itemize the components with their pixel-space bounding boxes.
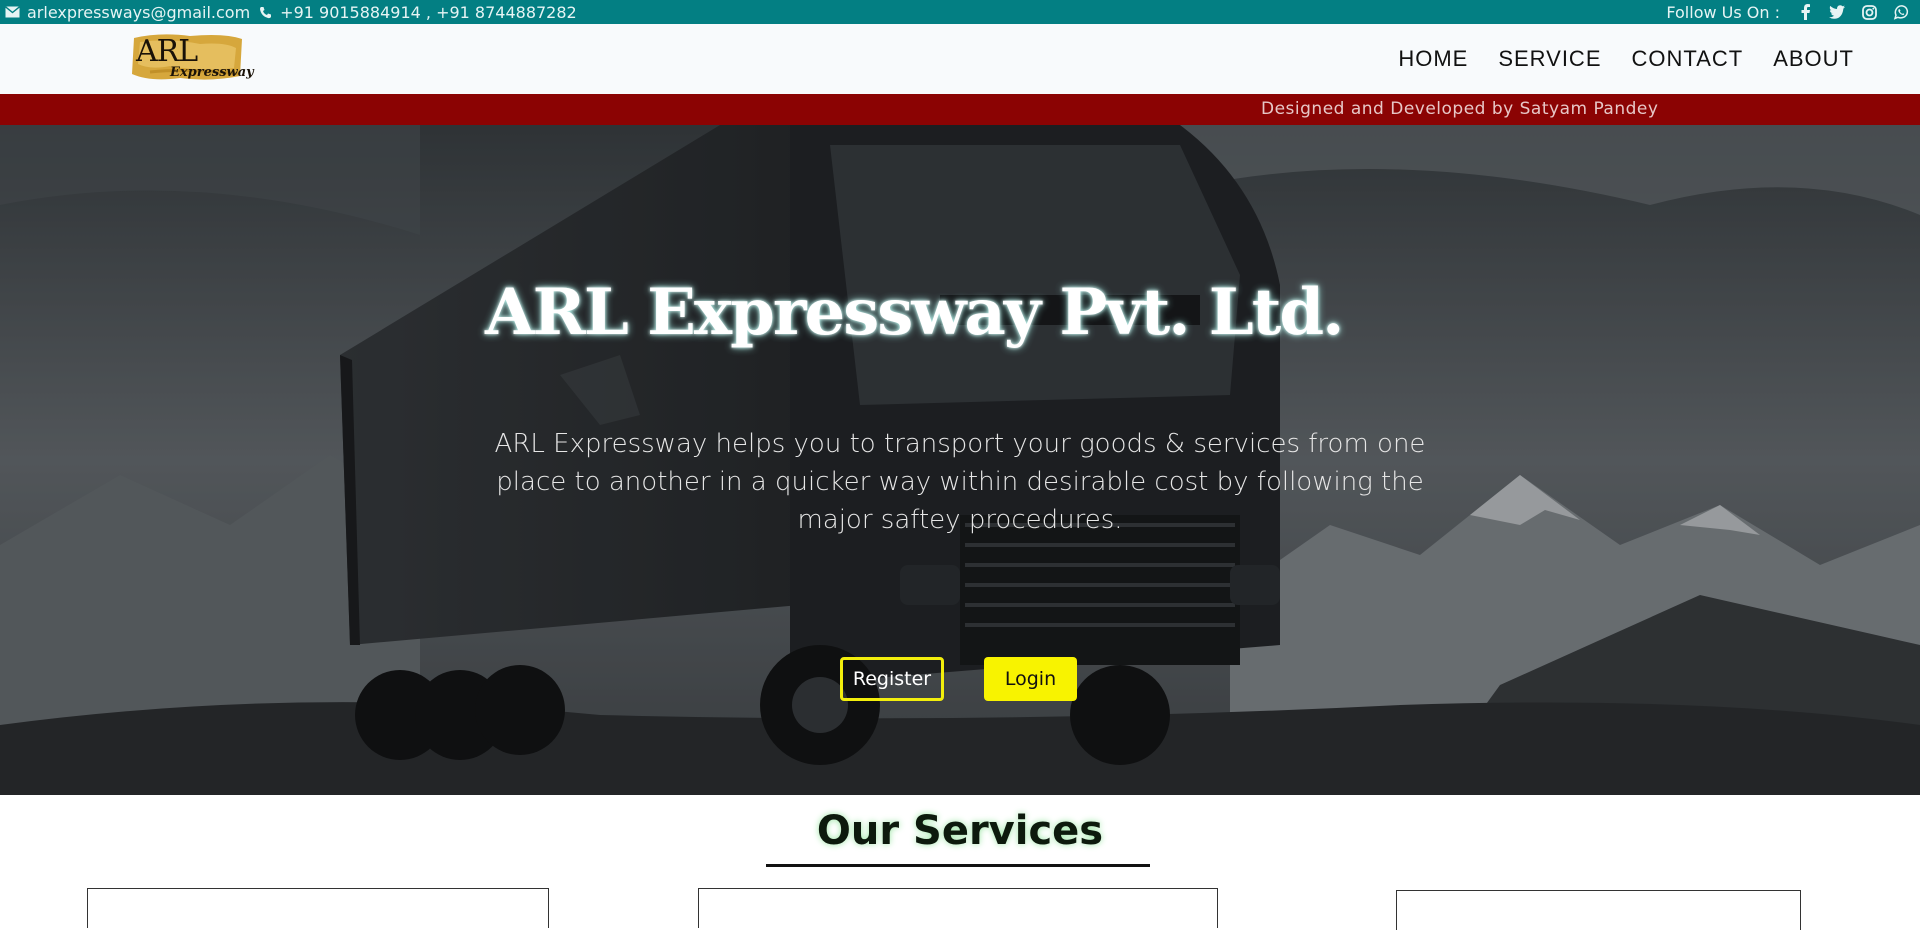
service-card[interactable] [698, 888, 1218, 928]
services-underline [766, 864, 1150, 867]
hero-description: ARL Expressway helps you to transport yo… [494, 429, 1426, 535]
top-info-bar: arlexpressways@gmail.com +91 9015884914 … [0, 0, 1920, 24]
follow-label: Follow Us On : [1666, 2, 1780, 22]
services-title: Our Services [816, 808, 1104, 854]
phone-icon [256, 3, 274, 21]
hero-title: ARL Expressway Pvt. Ltd. [485, 275, 1344, 350]
logo-sub-text: Expressway [170, 65, 254, 80]
facebook-icon[interactable] [1794, 3, 1816, 21]
hero-section: ARL Expressway Pvt. Ltd. ARL Expressway … [0, 125, 1920, 795]
phone-numbers[interactable]: +91 9015884914 , +91 8744887282 [280, 3, 577, 22]
whatsapp-icon[interactable] [1890, 3, 1912, 21]
social-links: Follow Us On : [1666, 3, 1912, 22]
nav-home[interactable]: HOME [1398, 46, 1468, 72]
service-card[interactable] [87, 888, 549, 928]
brand-logo[interactable]: ARL Expressway [130, 32, 254, 84]
main-navbar: ARL Expressway HOME SERVICE CONTACT ABOU… [0, 24, 1920, 94]
instagram-icon[interactable] [1858, 3, 1880, 21]
nav-service[interactable]: SERVICE [1498, 46, 1601, 72]
nav-about[interactable]: ABOUT [1773, 46, 1854, 72]
credit-bar: Designed and Developed by Satyam Pandey [0, 94, 1920, 125]
email-link[interactable]: arlexpressways@gmail.com [27, 3, 250, 22]
register-button[interactable]: Register [840, 657, 944, 701]
main-menu: HOME SERVICE CONTACT ABOUT [1398, 24, 1854, 94]
logo-main-text: ARL [136, 34, 198, 69]
credit-text: Designed and Developed by Satyam Pandey [1261, 99, 1659, 119]
service-card[interactable] [1396, 890, 1801, 930]
contact-info: arlexpressways@gmail.com +91 9015884914 … [3, 3, 577, 22]
login-button[interactable]: Login [984, 657, 1077, 701]
nav-contact[interactable]: CONTACT [1632, 46, 1744, 72]
twitter-icon[interactable] [1826, 3, 1848, 21]
envelope-icon [3, 3, 21, 21]
